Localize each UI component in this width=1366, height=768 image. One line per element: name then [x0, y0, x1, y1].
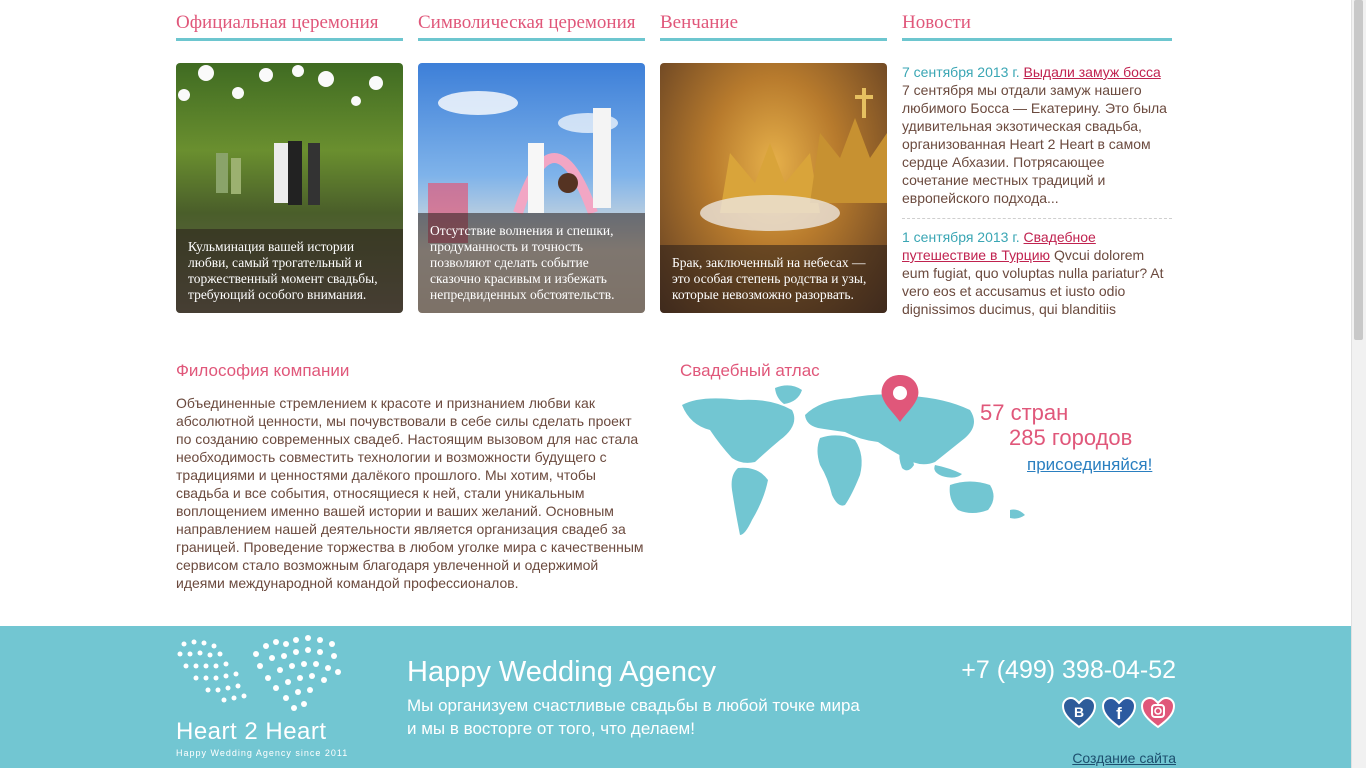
create-site-link[interactable]: Создание сайта [1072, 750, 1176, 766]
page-scrollbar[interactable] [1351, 0, 1366, 768]
svg-text:B: B [1074, 704, 1084, 720]
card-official[interactable]: Кульминация вашей истории любви, самый т… [176, 63, 403, 313]
column-title-official[interactable]: Официальная церемония [176, 12, 403, 41]
philosophy-text: Объединенные стремлением к красоте и при… [176, 395, 644, 591]
news-link[interactable]: Выдали замуж босса [1024, 64, 1161, 80]
card-symbolic[interactable]: Отсутствие волнения и спешки, продуманно… [418, 63, 645, 313]
logo-hearts-icon [177, 635, 341, 711]
card-wedding[interactable]: Брак, заключенный на небесах — это особа… [660, 63, 887, 313]
card-official-caption: Кульминация вашей истории любви, самый т… [176, 229, 403, 313]
atlas-cities: 285 городов [1009, 425, 1133, 450]
column-title-wedding[interactable]: Венчание [660, 12, 887, 41]
vk-icon[interactable]: B [1062, 697, 1096, 729]
news-divider [902, 218, 1172, 219]
logo-subtitle: Happy Wedding Agency since 2011 [176, 748, 349, 758]
card-symbolic-caption: Отсутствие волнения и спешки, продуманно… [418, 213, 645, 313]
scrollbar-thumb[interactable] [1354, 0, 1363, 340]
agency-tagline: Мы организуем счастливые свадьбы в любой… [407, 696, 860, 738]
atlas-countries: 57 стран [980, 400, 1069, 425]
news-item: 7 сентября 2013 г. Выдали замуж босса 7 … [902, 63, 1172, 207]
column-title-symbolic[interactable]: Символическая церемония [418, 12, 645, 41]
news-date: 7 сентября 2013 г. [902, 64, 1020, 80]
atlas-join-link[interactable]: присоединяйся! [1027, 455, 1152, 475]
svg-text:f: f [1116, 704, 1122, 723]
news-date: 1 сентября 2013 г. [902, 229, 1020, 245]
card-wedding-caption: Брак, заключенный на небесах — это особа… [660, 245, 887, 313]
news-title: Новости [902, 12, 1172, 41]
facebook-icon[interactable]: f [1102, 697, 1136, 729]
world-map[interactable] [680, 370, 1030, 540]
news-item: 1 сентября 2013 г. Свадебное путешествие… [902, 228, 1172, 318]
agency-name: Happy Wedding Agency [407, 656, 717, 688]
philosophy-title: Философия компании [176, 361, 350, 380]
news-text: 7 сентября мы отдали замуж нашего любимо… [902, 82, 1167, 206]
instagram-icon[interactable] [1141, 697, 1175, 729]
logo-text[interactable]: Heart 2 Heart [176, 718, 327, 746]
phone-number[interactable]: +7 (499) 398-04-52 [961, 656, 1176, 685]
